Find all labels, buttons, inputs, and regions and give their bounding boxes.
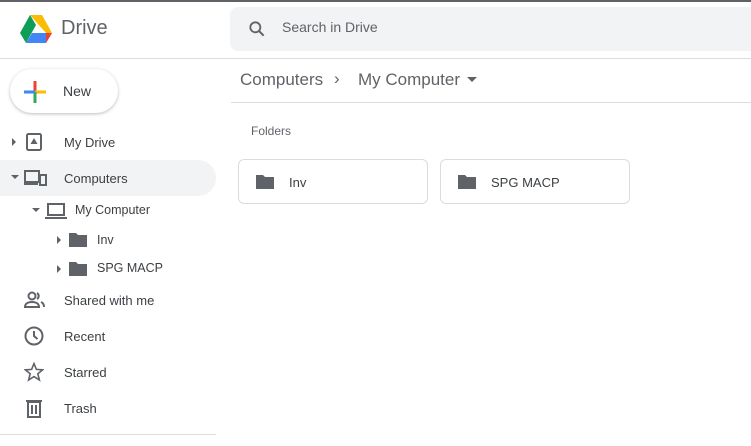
folder-name: Inv: [289, 175, 307, 190]
sidebar-item-my-computer[interactable]: My Computer: [0, 196, 216, 224]
caret-down-icon[interactable]: [10, 173, 20, 181]
caret-right-icon[interactable]: [10, 137, 18, 147]
sidebar-item-starred[interactable]: Starred: [0, 354, 216, 390]
sidebar-item-label: My Drive: [64, 135, 116, 150]
main-divider: [231, 102, 751, 103]
sidebar-item-label: My Computer: [75, 203, 151, 217]
search-bar[interactable]: [230, 7, 751, 51]
caret-right-icon[interactable]: [55, 264, 63, 274]
sidebar-item-computers[interactable]: Computers: [0, 160, 216, 196]
folder-icon: [256, 175, 274, 189]
folder-name: SPG MACP: [491, 175, 560, 190]
sidebar-divider: [0, 434, 216, 435]
search-input[interactable]: [282, 19, 682, 35]
new-button[interactable]: New: [10, 69, 118, 113]
folder-icon: [458, 175, 476, 189]
window-top-edge: [0, 0, 751, 2]
folder-icon: [69, 233, 87, 247]
sidebar-item-label: Computers: [64, 171, 128, 186]
dropdown-arrow-icon[interactable]: [467, 77, 477, 83]
sidebar-item-label: Starred: [64, 365, 107, 380]
sidebar-item-label: SPG MACP: [97, 261, 163, 275]
search-icon: [249, 21, 265, 37]
folder-icon: [69, 262, 87, 276]
sidebar-item-label: Inv: [97, 233, 114, 247]
sidebar-item-shared-with-me[interactable]: Shared with me: [0, 282, 216, 318]
caret-down-icon[interactable]: [31, 206, 41, 214]
app-title: Drive: [61, 17, 108, 39]
sidebar-item-label: Recent: [64, 329, 106, 344]
my-drive-icon: [26, 133, 42, 151]
sidebar-item-label: Shared with me: [64, 293, 155, 308]
people-icon: [24, 291, 45, 308]
breadcrumb-computers[interactable]: Computers: [240, 70, 323, 90]
sidebar-folder-spg-macp[interactable]: SPG MACP: [0, 254, 216, 282]
section-label: Folders: [251, 124, 292, 138]
sidebar-item-trash[interactable]: Trash: [0, 390, 216, 426]
sidebar-item-recent[interactable]: Recent: [0, 318, 216, 354]
breadcrumb-my-computer[interactable]: My Computer: [358, 70, 460, 90]
computers-icon: [24, 170, 47, 186]
sidebar-item-label: Trash: [64, 401, 97, 416]
sidebar-item-my-drive[interactable]: My Drive: [0, 124, 216, 160]
drive-logo-icon: [20, 15, 52, 43]
folder-card-spg-macp[interactable]: SPG MACP: [440, 159, 630, 204]
chevron-right-icon: ›: [334, 69, 340, 88]
trash-icon: [26, 400, 42, 418]
caret-right-icon[interactable]: [55, 235, 63, 245]
star-icon: [24, 362, 44, 382]
plus-icon: [24, 81, 46, 103]
sidebar-folder-inv[interactable]: Inv: [0, 225, 216, 253]
new-button-label: New: [63, 83, 92, 99]
laptop-icon: [45, 203, 67, 219]
folder-card-inv[interactable]: Inv: [238, 159, 428, 204]
header-divider: [0, 58, 751, 59]
clock-icon: [24, 326, 44, 346]
